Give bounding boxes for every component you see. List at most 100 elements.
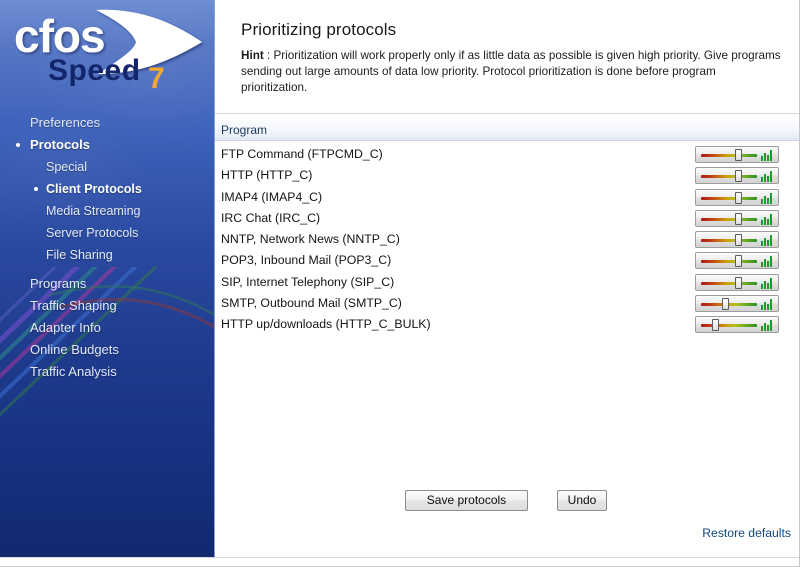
priority-slider-thumb[interactable] — [712, 319, 720, 332]
table-row[interactable]: NNTP, Network News (NNTP_C) — [215, 231, 799, 252]
priority-slider[interactable] — [695, 146, 779, 163]
sidebar-item-label: Traffic Analysis — [30, 364, 117, 379]
hint-label: Hint — [241, 49, 264, 62]
table-row[interactable]: SMTP, Outbound Mail (SMTP_C) — [215, 295, 799, 316]
sidebar-item-label: Special — [46, 160, 87, 174]
priority-slider-thumb[interactable] — [722, 298, 730, 311]
table-row[interactable]: HTTP (HTTP_C) — [215, 167, 799, 188]
signal-bars-icon — [761, 213, 774, 225]
priority-slider[interactable] — [695, 316, 779, 334]
signal-bars-icon — [761, 192, 774, 204]
table-row[interactable]: HTTP up/downloads (HTTP_C_BULK) — [215, 316, 799, 337]
protocol-name: SMTP, Outbound Mail (SMTP_C) — [221, 296, 402, 311]
sidebar-nav: Preferences Protocols Special Client Protoc… — [0, 112, 214, 383]
signal-bars-icon — [761, 235, 774, 247]
sidebar-item-adapter-info[interactable]: Adapter Info — [0, 317, 214, 339]
priority-slider-thumb[interactable] — [734, 255, 742, 268]
sidebar-item-special[interactable]: Special — [0, 156, 214, 178]
sidebar-item-label: Media Streaming — [46, 204, 141, 218]
hint-text: : Prioritization will work properly only… — [241, 49, 781, 95]
priority-slider-thumb[interactable] — [734, 149, 742, 161]
priority-slider[interactable] — [695, 167, 779, 185]
priority-slider-track — [701, 154, 757, 157]
svg-text:7: 7 — [148, 62, 165, 92]
svg-text:Speed: Speed — [48, 54, 141, 87]
sidebar-item-traffic-analysis[interactable]: Traffic Analysis — [0, 361, 214, 383]
save-protocols-button[interactable]: Save protocols — [405, 490, 528, 511]
table-row[interactable]: POP3, Inbound Mail (POP3_C) — [215, 252, 799, 273]
protocol-name: FTP Command (FTPCMD_C) — [221, 147, 383, 161]
protocol-name: NNTP, Network News (NNTP_C) — [221, 232, 400, 247]
sidebar-item-label: Programs — [30, 276, 87, 291]
protocol-name: POP3, Inbound Mail (POP3_C) — [221, 253, 392, 268]
signal-bars-icon — [761, 171, 774, 183]
sidebar-item-media-streaming[interactable]: Media Streaming — [0, 200, 214, 222]
sidebar-item-preferences[interactable]: Preferences — [0, 112, 214, 134]
table-row[interactable]: IRC Chat (IRC_C) — [215, 209, 799, 231]
priority-slider-track — [701, 260, 757, 264]
priority-slider[interactable] — [695, 273, 779, 291]
page-title: Prioritizing protocols — [241, 20, 397, 39]
protocol-name: IRC Chat (IRC_C) — [221, 210, 321, 225]
priority-slider-track — [701, 281, 757, 285]
sidebar-item-label: Adapter Info — [30, 320, 101, 335]
signal-bars-icon — [761, 256, 774, 268]
table-row[interactable]: SIP, Internet Telephony (SIP_C) — [215, 273, 799, 295]
priority-slider-thumb[interactable] — [734, 191, 742, 204]
sidebar-item-traffic-shaping[interactable]: Traffic Shaping — [0, 295, 214, 317]
table-row[interactable]: FTP Command (FTPCMD_C) — [215, 146, 799, 167]
priority-slider[interactable] — [695, 295, 779, 313]
priority-slider[interactable] — [695, 231, 779, 249]
sidebar-item-label: Preferences — [30, 115, 101, 130]
restore-defaults-link[interactable]: Restore defaults — [702, 526, 791, 540]
priority-slider-track — [701, 217, 757, 221]
cfosspeed-logo: cfos Speed 7 — [0, 0, 214, 95]
window-bottom-strip — [0, 557, 799, 566]
priority-slider-track — [701, 175, 757, 179]
priority-slider[interactable] — [695, 188, 779, 206]
priority-slider-thumb[interactable] — [734, 212, 742, 225]
priority-slider[interactable] — [695, 209, 779, 227]
sidebar-item-protocols[interactable]: Protocols — [0, 134, 214, 156]
priority-slider-track — [701, 324, 757, 328]
signal-bars-icon — [761, 299, 774, 311]
priority-slider[interactable] — [695, 252, 779, 270]
signal-bars-icon — [761, 150, 774, 161]
sidebar-item-programs[interactable]: Programs — [0, 273, 214, 295]
priority-slider-thumb[interactable] — [734, 234, 742, 247]
priority-slider-track — [701, 239, 757, 243]
sidebar-item-client-protocols[interactable]: Client Protocols — [0, 178, 214, 200]
bullet-icon — [16, 143, 20, 147]
protocol-name: HTTP (HTTP_C) — [221, 168, 313, 183]
cfosspeed-settings-window: cfos Speed 7 Preferences Protocols Special… — [0, 0, 800, 567]
priority-slider-track — [701, 196, 757, 200]
signal-bars-icon — [761, 277, 774, 289]
column-header-program: Program — [221, 123, 268, 137]
sidebar-item-label: Client Protocols — [46, 182, 142, 196]
button-bar: Save protocols Undo — [215, 486, 799, 516]
sidebar-item-online-budgets[interactable]: Online Budgets — [0, 339, 214, 361]
hint-block: Hint : Prioritization will work properly… — [241, 48, 783, 97]
table-row[interactable]: IMAP4 (IMAP4_C) — [215, 188, 799, 210]
sidebar-item-label: Online Budgets — [30, 342, 119, 357]
content-pane: Prioritizing protocols Hint : Prioritiza… — [215, 0, 799, 557]
hint-divider — [215, 113, 799, 114]
signal-bars-icon — [761, 320, 774, 332]
protocol-name: IMAP4 (IMAP4_C) — [221, 189, 323, 204]
undo-button[interactable]: Undo — [557, 490, 607, 511]
protocol-name: HTTP up/downloads (HTTP_C_BULK) — [221, 317, 431, 332]
protocol-list: FTP Command (FTPCMD_C) HTTP (HTTP_C) IMAP4… — [215, 146, 799, 338]
sidebar-item-label: Server Protocols — [46, 226, 139, 240]
protocol-name: SIP, Internet Telephony (SIP_C) — [221, 274, 395, 289]
sidebar-item-label: Protocols — [30, 137, 90, 152]
nav-group-spacer — [0, 266, 214, 273]
table-column-header[interactable]: Program — [215, 120, 799, 141]
sidebar-item-server-protocols[interactable]: Server Protocols — [0, 222, 214, 244]
bullet-icon — [34, 187, 38, 191]
sidebar: cfos Speed 7 Preferences Protocols Special… — [0, 0, 215, 557]
priority-slider-thumb[interactable] — [734, 170, 742, 183]
sidebar-item-file-sharing[interactable]: File Sharing — [0, 244, 214, 266]
priority-slider-thumb[interactable] — [734, 276, 742, 289]
sidebar-item-label: Traffic Shaping — [30, 298, 117, 313]
sidebar-item-label: File Sharing — [46, 248, 113, 262]
